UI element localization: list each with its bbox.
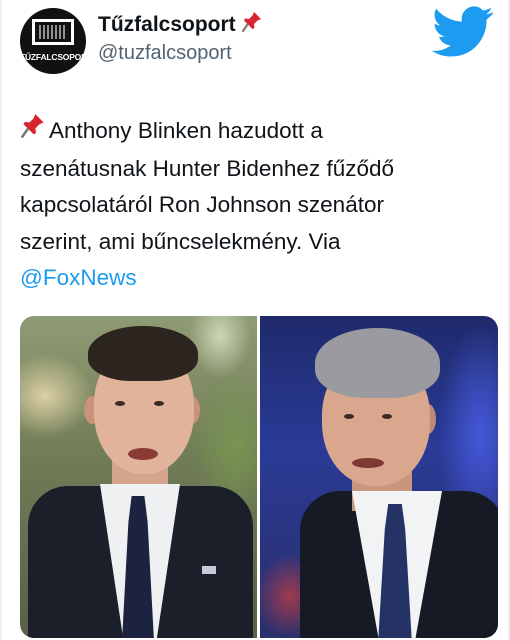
- tweet-line-1: Anthony Blinken hazudott a: [49, 118, 323, 143]
- person-right: [260, 316, 498, 638]
- avatar-logo-frame: [32, 19, 74, 45]
- avatar[interactable]: TŰZFALCSOPORT: [20, 8, 86, 74]
- display-name-row[interactable]: Tűzfalcsoport: [98, 11, 262, 39]
- photo-left[interactable]: [20, 316, 257, 638]
- mention-link[interactable]: @FoxNews: [20, 265, 137, 290]
- pushpin-icon: [241, 11, 262, 39]
- twitter-bird-icon: [432, 6, 493, 57]
- tweet-line-2: szenátusnak Hunter Bidenhez fűződő: [20, 155, 394, 181]
- tweet-line-3: kapcsolatáról Ron Johnson szenátor: [20, 192, 384, 217]
- user-handle[interactable]: @tuzfalcsoport: [98, 42, 232, 65]
- left-border: [0, 0, 2, 640]
- avatar-brand-text: TŰZFALCSOPORT: [20, 52, 86, 62]
- tweet-text: Anthony Blinken hazudott a szenátusnak Hu…: [20, 113, 490, 297]
- photo-right[interactable]: [260, 316, 498, 638]
- tweet-media[interactable]: [20, 316, 498, 638]
- tweet-line-4: szerint, ami bűncselekmény. Via: [20, 228, 341, 254]
- person-left: [20, 316, 257, 638]
- pushpin-icon: [20, 113, 46, 151]
- display-name[interactable]: Tűzfalcsoport: [98, 13, 236, 36]
